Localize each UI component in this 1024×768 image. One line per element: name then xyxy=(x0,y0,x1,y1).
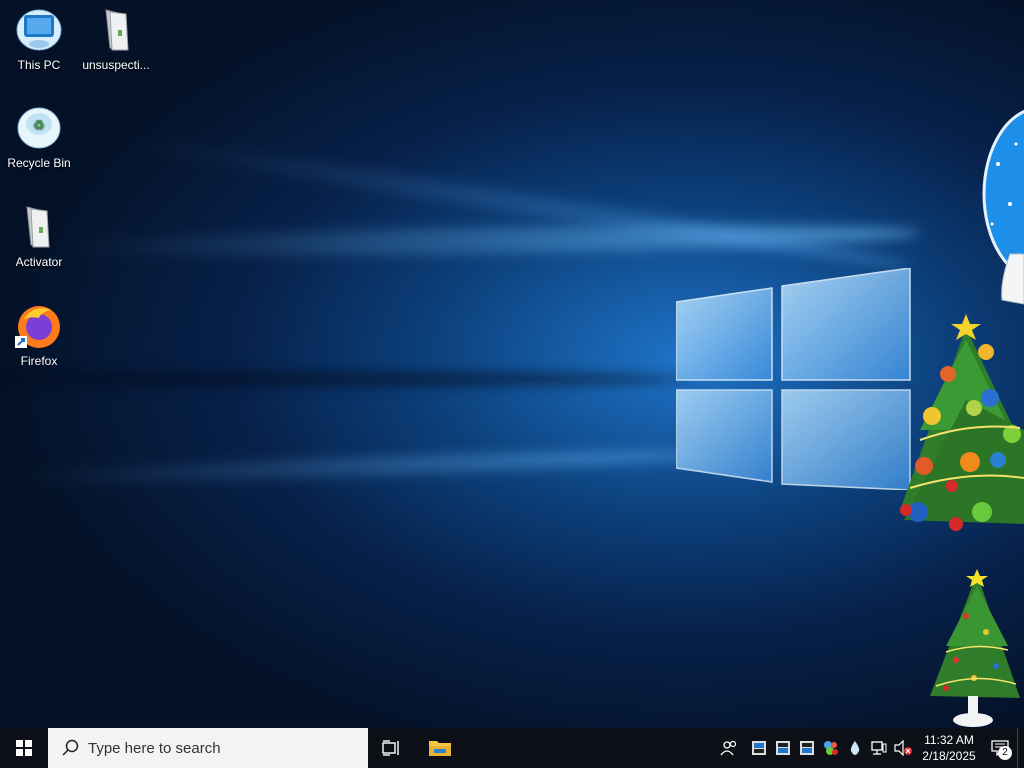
wallpaper-beam xyxy=(0,445,700,488)
file-icon xyxy=(15,203,63,251)
start-button[interactable] xyxy=(0,728,48,768)
task-view-icon xyxy=(382,740,399,756)
file-icon xyxy=(92,6,140,54)
volume-muted-icon xyxy=(894,740,912,756)
desktop-icon-label: unsuspecti... xyxy=(82,58,150,72)
wallpaper-beam xyxy=(0,372,690,386)
clock-time: 11:32 AM xyxy=(924,733,974,747)
clock-date: 2/18/2025 xyxy=(922,749,976,763)
christmas-tree-gadget[interactable] xyxy=(890,310,1024,542)
drop-icon xyxy=(850,741,860,755)
desktop-icon-firefox[interactable]: Firefox xyxy=(1,302,77,368)
firefox-icon xyxy=(15,302,63,350)
task-view-button[interactable] xyxy=(368,728,416,768)
search-icon xyxy=(62,739,79,756)
window-app-icon xyxy=(752,741,766,755)
tray-app-3[interactable] xyxy=(795,728,819,768)
tray-app-1[interactable] xyxy=(747,728,771,768)
desktop-icon-label: Recycle Bin xyxy=(7,156,71,170)
desktop-icon-label: Activator xyxy=(15,255,63,269)
network-app-icon xyxy=(824,741,838,755)
network-status-button[interactable] xyxy=(867,728,891,768)
recycle-bin-icon: ♻ xyxy=(15,104,63,152)
windows-start-icon xyxy=(16,740,32,756)
tray-app-4[interactable] xyxy=(819,728,843,768)
search-placeholder: Type here to search xyxy=(88,739,221,757)
svg-text:♻: ♻ xyxy=(33,118,45,133)
network-wired-icon xyxy=(871,741,887,755)
desktop-icon-activator[interactable]: Activator xyxy=(1,203,77,269)
volume-button[interactable] xyxy=(891,728,915,768)
christmas-tree-gadget[interactable] xyxy=(926,566,1020,728)
taskbar: Type here to search 11:32 AM 2/18/2025 2 xyxy=(0,728,1024,768)
desktop-icon-unsuspecting[interactable]: unsuspecti... xyxy=(78,6,154,72)
desktop-icon-recycle-bin[interactable]: ♻ Recycle Bin xyxy=(1,104,77,170)
people-icon xyxy=(720,740,737,756)
people-button[interactable] xyxy=(711,728,747,768)
tray-app-5[interactable] xyxy=(843,728,867,768)
computer-icon xyxy=(15,6,63,54)
system-tray: 11:32 AM 2/18/2025 2 xyxy=(711,728,1024,768)
desktop-icon-label: This PC xyxy=(17,58,61,72)
folder-icon xyxy=(429,741,451,756)
taskbar-clock[interactable]: 11:32 AM 2/18/2025 xyxy=(915,732,983,764)
window-app-icon xyxy=(800,741,814,755)
taskbar-search-box[interactable]: Type here to search xyxy=(48,728,368,768)
action-center-button[interactable]: 2 xyxy=(983,728,1017,768)
window-app-icon xyxy=(776,741,790,755)
file-explorer-button[interactable] xyxy=(416,728,464,768)
snow-globe-gadget[interactable] xyxy=(980,104,1024,310)
notification-count-badge: 2 xyxy=(998,746,1012,760)
windows-logo-wallpaper xyxy=(676,268,911,490)
desktop: This PC unsuspecti... ♻ Recycle Bin Acti… xyxy=(0,0,1024,728)
desktop-icon-label: Firefox xyxy=(20,354,58,368)
tray-app-2[interactable] xyxy=(771,728,795,768)
show-desktop-button[interactable] xyxy=(1017,728,1024,768)
desktop-icon-this-pc[interactable]: This PC xyxy=(1,6,77,72)
